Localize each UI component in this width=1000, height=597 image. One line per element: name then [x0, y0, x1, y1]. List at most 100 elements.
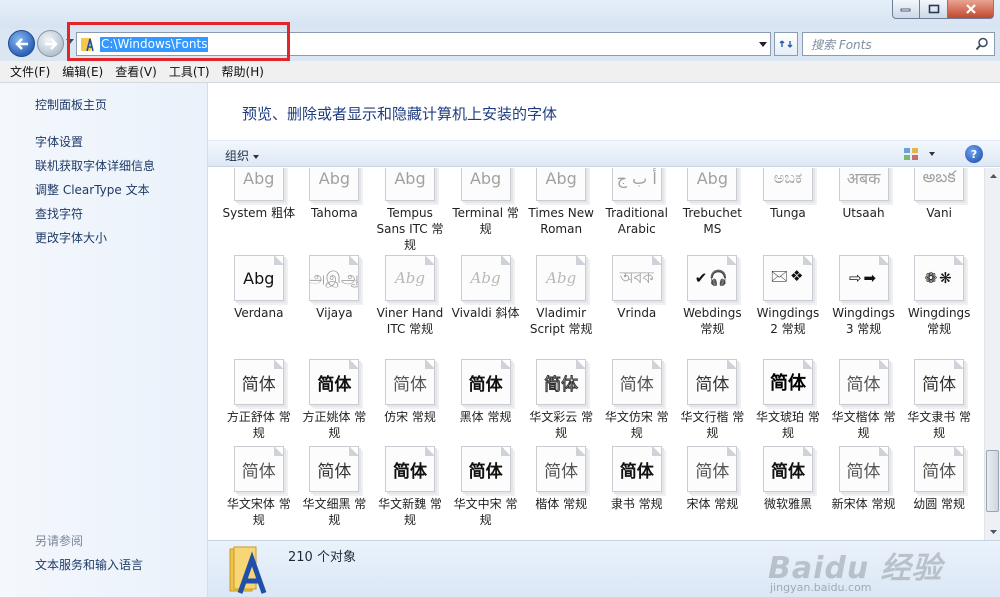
- font-item[interactable]: 简体 华文新魏 常规: [372, 446, 448, 536]
- change-view-icon[interactable]: [903, 146, 919, 162]
- maximize-button[interactable]: [920, 0, 948, 19]
- search-icon[interactable]: [975, 37, 989, 51]
- font-file-icon: अबक: [838, 168, 889, 201]
- font-item[interactable]: Abg Trebuchet MS: [675, 168, 751, 255]
- window-controls: [892, 0, 994, 19]
- font-item[interactable]: ❁❋ Wingdings 常规: [901, 255, 977, 359]
- font-sample-glyph: 🖂❖: [770, 266, 806, 285]
- font-file-icon: Abg: [460, 255, 511, 301]
- font-item[interactable]: 简体 宋体 常规: [675, 446, 751, 536]
- font-name: System 粗体: [222, 206, 296, 220]
- font-item[interactable]: ⇨➡ Wingdings 3 常规: [826, 255, 902, 359]
- organize-button[interactable]: 组织: [225, 147, 259, 164]
- font-file-icon: 简体: [536, 446, 587, 492]
- font-item[interactable]: 简体 仿宋 常规: [372, 359, 448, 446]
- font-item[interactable]: 🖂❖ Wingdings 2 常规: [750, 255, 826, 359]
- search-box[interactable]: 搜索 Fonts: [802, 32, 995, 56]
- font-file-icon: 简体: [838, 359, 889, 405]
- font-item[interactable]: 简体 华文细黑 常规: [297, 446, 373, 536]
- search-placeholder[interactable]: 搜索 Fonts: [811, 36, 872, 53]
- font-item[interactable]: অবক Vrinda: [599, 255, 675, 359]
- font-item[interactable]: أ ب ج Traditional Arabic: [599, 168, 675, 255]
- back-button[interactable]: [8, 30, 35, 57]
- font-item[interactable]: Abg Viner Hand ITC 常规: [372, 255, 448, 359]
- font-item[interactable]: 简体 方正姚体 常规: [297, 359, 373, 446]
- font-sample-glyph: 简体: [241, 374, 276, 395]
- scroll-down-button[interactable]: [985, 524, 1000, 540]
- font-item[interactable]: 简体 幼圆 常规: [901, 446, 977, 536]
- font-sample-glyph: 简体: [317, 374, 352, 395]
- forward-button[interactable]: [37, 30, 64, 57]
- font-file-icon: 简体: [762, 359, 813, 405]
- font-item[interactable]: Abg Tempus Sans ITC 常规: [372, 168, 448, 255]
- font-item[interactable]: ಅಬಕ Tunga: [750, 168, 826, 255]
- font-item[interactable]: 简体 方正舒体 常规: [221, 359, 297, 446]
- font-name: 华文新魏 常规: [378, 497, 442, 527]
- get-font-info-online-link[interactable]: 联机获取字体详细信息: [35, 157, 155, 174]
- address-history-dropdown[interactable]: [759, 42, 767, 47]
- font-file-icon: ❁❋: [914, 255, 965, 301]
- menu-view[interactable]: 查看(V): [115, 63, 157, 80]
- font-item[interactable]: Abg Verdana: [221, 255, 297, 359]
- find-character-link[interactable]: 查找字符: [35, 205, 83, 222]
- font-item[interactable]: ✔🎧 Webdings 常规: [675, 255, 751, 359]
- task-pane: 控制面板主页 字体设置 联机获取字体详细信息 调整 ClearType 文本 查…: [0, 83, 208, 597]
- font-file-icon: 简体: [233, 359, 284, 405]
- font-item[interactable]: అబక Vani: [901, 168, 977, 255]
- font-item[interactable]: Abg Vladimir Script 常规: [523, 255, 599, 359]
- font-name: 方正舒体 常规: [226, 410, 291, 440]
- font-item[interactable]: 简体 华文宋体 常规: [221, 446, 297, 536]
- forward-arrow-icon: [44, 37, 58, 50]
- font-item[interactable]: Abg Tahoma: [297, 168, 373, 255]
- refresh-button[interactable]: [774, 32, 798, 56]
- font-grid: Abg System 粗体 Abg Tahoma Abg Tempus Sans ITC …: [221, 168, 981, 536]
- menu-help[interactable]: 帮助(H): [222, 63, 264, 80]
- menu-edit[interactable]: 编辑(E): [62, 63, 103, 80]
- font-item[interactable]: 简体 华文彩云 常规: [523, 359, 599, 446]
- font-item[interactable]: Abg Terminal 常规: [448, 168, 524, 255]
- menu-tools[interactable]: 工具(T): [169, 63, 210, 80]
- font-name: 华文琥珀 常规: [756, 410, 820, 440]
- watermark-url: jingyan.baidu.com: [770, 581, 872, 594]
- fonts-folder-large-icon: [229, 546, 267, 594]
- command-bar: 组织 ?: [208, 140, 1000, 167]
- font-file-icon: Abg: [687, 168, 738, 201]
- font-item[interactable]: 简体 华文中宋 常规: [448, 446, 524, 536]
- view-options-dropdown[interactable]: [929, 152, 935, 156]
- font-item[interactable]: 简体 华文隶书 常规: [901, 359, 977, 446]
- change-font-size-link[interactable]: 更改字体大小: [35, 229, 107, 246]
- text-services-link[interactable]: 文本服务和输入语言: [35, 556, 143, 573]
- font-item[interactable]: 简体 华文琥珀 常规: [750, 359, 826, 446]
- vertical-scrollbar[interactable]: [984, 168, 1000, 540]
- help-button[interactable]: ?: [965, 145, 983, 163]
- scroll-up-button[interactable]: [985, 168, 1000, 184]
- font-file-icon: அஇஆ: [309, 255, 360, 301]
- font-item[interactable]: 简体 华文仿宋 常规: [599, 359, 675, 446]
- font-item[interactable]: 简体 黑体 常规: [448, 359, 524, 446]
- font-item[interactable]: 简体 微软雅黑: [750, 446, 826, 536]
- font-item[interactable]: 简体 新宋体 常规: [826, 446, 902, 536]
- adjust-cleartype-link[interactable]: 调整 ClearType 文本: [35, 181, 150, 198]
- close-button[interactable]: [948, 0, 994, 19]
- font-sample-glyph: অবক: [619, 267, 654, 287]
- font-item[interactable]: அஇஆ Vijaya: [297, 255, 373, 359]
- font-item[interactable]: Abg Vivaldi 斜体: [448, 255, 524, 359]
- header-banner: 预览、删除或者显示和隐藏计算机上安装的字体: [208, 83, 1000, 140]
- font-item[interactable]: Abg System 粗体: [221, 168, 297, 255]
- font-file-icon: 简体: [687, 359, 738, 405]
- font-file-icon: 简体: [838, 446, 889, 492]
- font-settings-link[interactable]: 字体设置: [35, 133, 83, 150]
- scrollbar-thumb[interactable]: [986, 450, 999, 512]
- font-item[interactable]: 简体 隶书 常规: [599, 446, 675, 536]
- font-name: Verdana: [234, 306, 284, 320]
- font-item[interactable]: अबक Utsaah: [826, 168, 902, 255]
- font-item[interactable]: Abg Times New Roman: [523, 168, 599, 255]
- menu-file[interactable]: 文件(F): [10, 63, 50, 80]
- control-panel-home-link[interactable]: 控制面板主页: [35, 96, 107, 113]
- font-sample-glyph: 简体: [544, 461, 579, 482]
- font-name: 楷体 常规: [535, 497, 588, 511]
- font-item[interactable]: 简体 楷体 常规: [523, 446, 599, 536]
- font-item[interactable]: 简体 华文楷体 常规: [826, 359, 902, 446]
- font-item[interactable]: 简体 华文行楷 常规: [675, 359, 751, 446]
- minimize-button[interactable]: [892, 0, 920, 19]
